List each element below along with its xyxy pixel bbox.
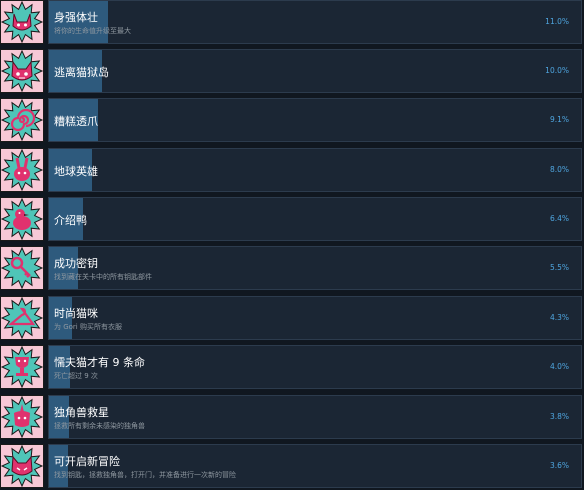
spiral-icon <box>0 98 44 142</box>
progress-bar: 懦夫猫才有 9 条命死亡超过 9 次 4.0% <box>48 345 582 389</box>
progress-bar: 身强体壮将你的生命值升级至最大 11.0% <box>48 0 582 44</box>
door-cat-icon <box>0 444 44 488</box>
progress-bar: 地球英雄 8.0% <box>48 148 582 192</box>
unlock-percentage: 6.4% <box>549 214 569 223</box>
achievement-row[interactable]: 成功密钥找到藏在关卡中的所有钥匙部件 5.5% <box>0 246 584 292</box>
achievement-title: 成功密钥 <box>54 257 98 270</box>
duck-icon <box>0 197 44 241</box>
achievement-row[interactable]: 懦夫猫才有 9 条命死亡超过 9 次 4.0% <box>0 345 584 391</box>
progress-bar: 独角兽救星拯救所有剩余未感染的独角兽 3.8% <box>48 395 582 439</box>
achievement-row[interactable]: 身强体壮将你的生命值升级至最大 11.0% <box>0 0 584 46</box>
rabbit-icon <box>0 148 44 192</box>
progress-bar: 糟糕透爪 9.1% <box>48 98 582 142</box>
achievement-description: 将你的生命值升级至最大 <box>54 27 131 35</box>
achievement-row[interactable]: 时尚猫咪为 Gori 购买所有衣服 4.3% <box>0 296 584 342</box>
unlock-percentage: 9.1% <box>549 115 569 124</box>
progress-bar: 逃离猫狱岛 10.0% <box>48 49 582 93</box>
unlock-percentage: 3.6% <box>549 461 569 470</box>
cat-face-icon <box>0 0 44 44</box>
achievement-title: 介绍鸭 <box>54 214 87 227</box>
key-icon <box>0 246 44 290</box>
devil-cat-icon <box>0 49 44 93</box>
achievement-row[interactable]: 糟糕透爪 9.1% <box>0 98 584 144</box>
progress-bar: 介绍鸭 6.4% <box>48 197 582 241</box>
unlock-percentage: 5.5% <box>549 263 569 272</box>
progress-bar: 可开启新冒险找到钥匙，拯救独角兽，打开门，并准备进行一次新的冒险 3.6% <box>48 444 582 488</box>
achievement-description: 死亡超过 9 次 <box>54 372 98 380</box>
achievement-title: 可开启新冒险 <box>54 455 120 468</box>
achievement-description: 找到藏在关卡中的所有钥匙部件 <box>54 273 152 281</box>
achievement-row[interactable]: 独角兽救星拯救所有剩余未感染的独角兽 3.8% <box>0 395 584 441</box>
progress-bar: 时尚猫咪为 Gori 购买所有衣服 4.3% <box>48 296 582 340</box>
unlock-percentage: 3.8% <box>549 412 569 421</box>
unlock-percentage: 11.0% <box>545 17 569 26</box>
achievement-title: 身强体壮 <box>54 11 98 24</box>
achievement-description: 拯救所有剩余未感染的独角兽 <box>54 422 145 430</box>
achievement-title: 地球英雄 <box>54 165 98 178</box>
achievement-description: 为 Gori 购买所有衣服 <box>54 323 122 331</box>
progress-bar: 成功密钥找到藏在关卡中的所有钥匙部件 5.5% <box>48 246 582 290</box>
unicorn-icon <box>0 395 44 439</box>
achievement-description: 找到钥匙，拯救独角兽，打开门，并准备进行一次新的冒险 <box>54 471 236 479</box>
achievement-row[interactable]: 可开启新冒险找到钥匙，拯救独角兽，打开门，并准备进行一次新的冒险 3.6% <box>0 444 584 490</box>
achievement-row[interactable]: 地球英雄 8.0% <box>0 148 584 194</box>
unlock-percentage: 4.3% <box>549 313 569 322</box>
unlock-percentage: 10.0% <box>545 66 569 75</box>
achievement-title: 逃离猫狱岛 <box>54 66 109 79</box>
achievement-title: 懦夫猫才有 9 条命 <box>54 356 145 369</box>
achievement-title: 独角兽救星 <box>54 406 109 419</box>
unlock-percentage: 4.0% <box>549 362 569 371</box>
achievement-title: 糟糕透爪 <box>54 115 98 128</box>
achievement-list: 身强体壮将你的生命值升级至最大 11.0% 逃离猫狱岛 10.0% 糟糕透爪 9.1% 地球… <box>0 0 584 488</box>
trophy-icon <box>0 345 44 389</box>
achievement-row[interactable]: 介绍鸭 6.4% <box>0 197 584 243</box>
achievement-title: 时尚猫咪 <box>54 307 98 320</box>
hanger-icon <box>0 296 44 340</box>
unlock-percentage: 8.0% <box>549 165 569 174</box>
achievement-row[interactable]: 逃离猫狱岛 10.0% <box>0 49 584 95</box>
